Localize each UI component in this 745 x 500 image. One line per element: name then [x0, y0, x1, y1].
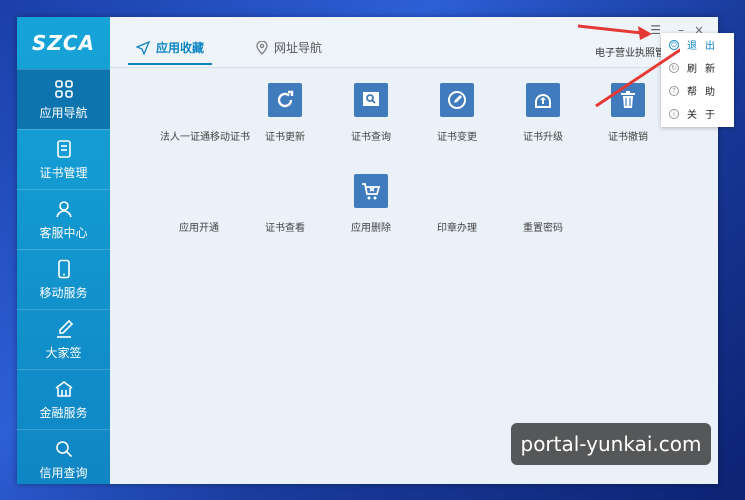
sidebar-item-label: 客服中心	[39, 225, 88, 240]
edit-icon[interactable]	[440, 83, 474, 117]
sidebar-item-credit-query[interactable]: 信用查询	[17, 429, 110, 484]
sidebar-item-cert-management[interactable]: 证书管理	[17, 129, 110, 189]
sign-icon	[56, 319, 73, 338]
menu-item-label: 退出	[687, 41, 723, 52]
sidebar-item-finance[interactable]: 金融服务	[17, 369, 110, 429]
sidebar-item-label: 大家签	[45, 345, 82, 360]
tab-url-navigation[interactable]: 网址导航	[256, 39, 322, 56]
arrow-to-logout-icon	[595, 48, 680, 108]
app-cert-update[interactable]: 证书更新	[240, 131, 330, 145]
bank-icon	[55, 380, 72, 397]
phone-icon	[57, 259, 70, 278]
sidebar-item-mobile-service[interactable]: 移动服务	[17, 249, 110, 309]
user-icon	[55, 200, 72, 217]
app-delete[interactable]: 应用删除	[326, 222, 416, 236]
menu-item-label: 刷新	[687, 64, 723, 75]
sidebar-item-label: 移动服务	[39, 285, 88, 300]
sidebar-item-app-nav[interactable]: 应用导航	[17, 69, 110, 129]
sidebar-item-dajiaqian[interactable]: 大家签	[17, 309, 110, 369]
app-cert-query[interactable]: 证书查询	[326, 131, 416, 145]
sidebar-item-label: 应用导航	[39, 105, 88, 120]
app-logo: SZCA	[31, 31, 96, 55]
menu-item-label: 关于	[687, 110, 723, 121]
app-cert-upgrade[interactable]: 证书升级	[498, 131, 588, 145]
document-icon	[56, 139, 71, 158]
tab-label: 网址导航	[274, 41, 323, 55]
arrow-to-menu-icon	[577, 24, 652, 40]
app-seal-handling[interactable]: 印章办理	[412, 222, 502, 236]
send-icon	[136, 40, 150, 55]
tab-label: 应用收藏	[156, 41, 205, 55]
sidebar-item-label: 信用查询	[39, 465, 88, 480]
app-cert-change[interactable]: 证书变更	[412, 131, 502, 145]
refresh-icon[interactable]	[268, 83, 302, 117]
app-cert-view[interactable]: 证书查看	[240, 222, 330, 236]
location-pin-icon	[256, 40, 268, 55]
sidebar-item-label: 金融服务	[39, 405, 88, 420]
watermark: portal-yunkai.com	[511, 423, 711, 465]
menu-item-label: 帮助	[687, 87, 723, 98]
annotation-arrows	[577, 24, 680, 108]
search-icon	[55, 440, 72, 457]
sidebar-item-service-center[interactable]: 客服中心	[17, 189, 110, 249]
upgrade-icon[interactable]	[526, 83, 560, 117]
tab-app-favorites[interactable]: 应用收藏	[127, 39, 213, 65]
app-activate[interactable]: 应用开通	[154, 222, 244, 236]
magnify-icon[interactable]	[354, 83, 388, 117]
cart-delete-icon[interactable]	[354, 174, 388, 208]
app-cert-revoke[interactable]: 证书撤销	[583, 131, 673, 145]
app-legal-person-cert[interactable]: 法人一证通移动证书	[160, 131, 250, 145]
app-reset-password[interactable]: 重置密码	[498, 222, 588, 236]
sidebar-item-label: 证书管理	[39, 165, 88, 180]
sidebar: SZCA 应用导航 证书管理 客服中心 移动服务 大家签 金融服务 信用查询	[17, 17, 110, 484]
apps-icon	[54, 79, 73, 98]
